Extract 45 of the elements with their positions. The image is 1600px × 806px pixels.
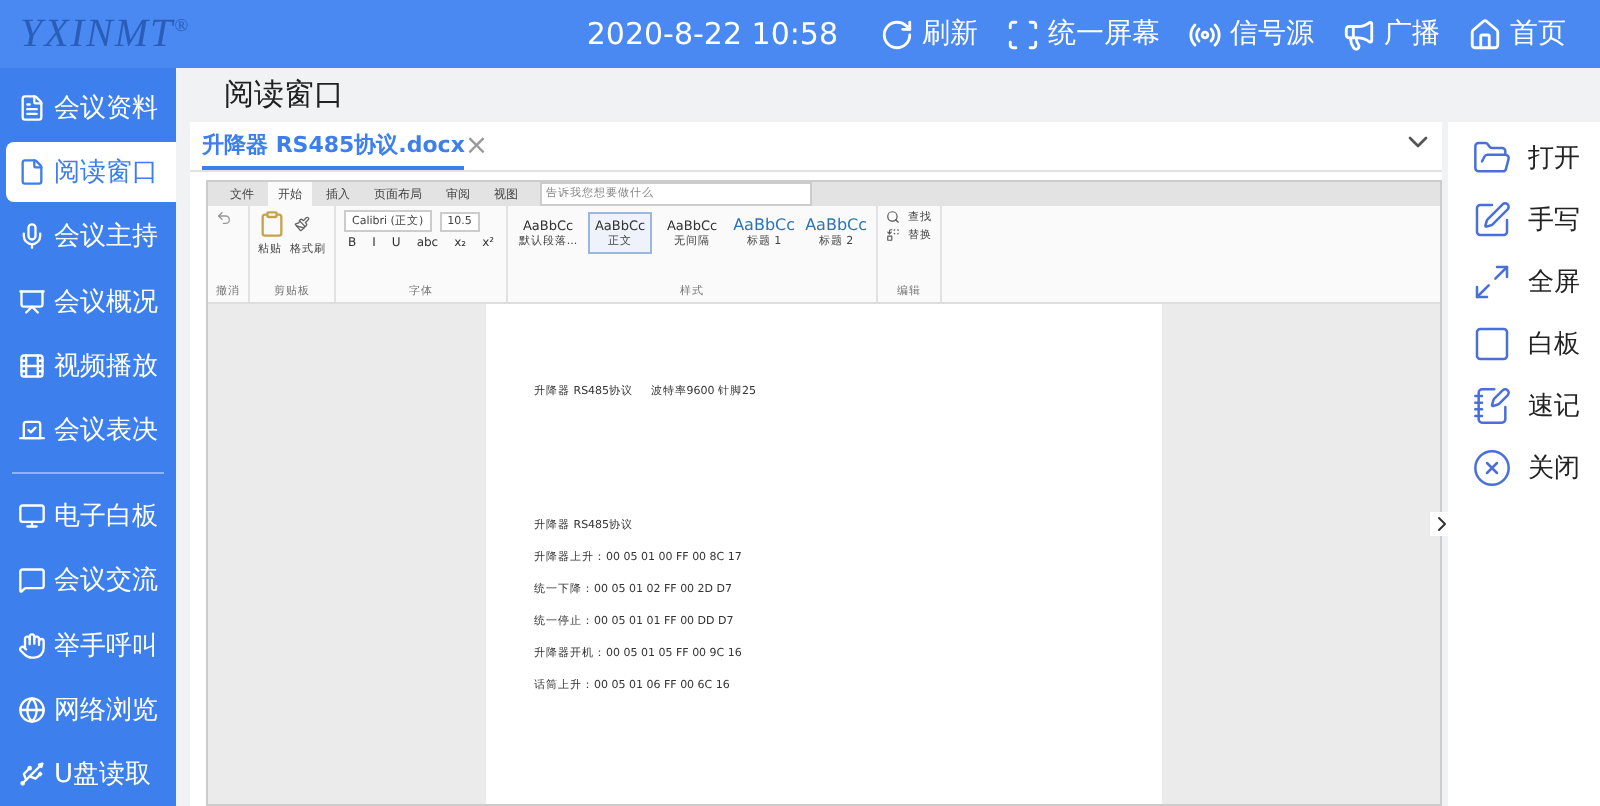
write-button[interactable]: 手写 [1448,188,1600,250]
doc-icon [18,158,46,187]
sidebar-item[interactable]: 会议交流 [6,550,176,611]
sidebar-item[interactable]: 电子白板 [6,486,176,547]
sidebar-item[interactable]: 举手呼叫 [6,614,176,676]
date-time: 2020-8-22 10:58 [586,16,838,52]
sidebar-item[interactable]: 会议主持 [6,206,176,268]
sidebar-item[interactable]: 视频播放 [6,335,176,396]
refresh-icon [880,17,914,51]
fullscreen-icon [1472,261,1512,301]
screen-icon [1006,17,1040,51]
clipboard-icon[interactable] [258,210,286,238]
sidebar-item[interactable]: 会议资料 [6,78,176,139]
sidebar-item[interactable]: U盘读取 [6,743,176,804]
globe-icon [18,695,46,724]
file-icon [18,94,46,123]
hand-icon [18,631,46,660]
chat-icon [18,566,46,595]
sidebar-item[interactable]: 网络浏览 [6,679,176,740]
undo-icon[interactable] [216,210,232,226]
mic-icon [18,222,46,251]
sidebar-item[interactable]: 会议表决 [6,399,176,461]
open-button[interactable]: 打开 [1448,126,1600,188]
board-button[interactable]: 白板 [1448,312,1600,374]
chevron-right-icon[interactable] [1430,512,1454,536]
close-button[interactable]: 关闭 [1448,436,1600,498]
broadcast-icon [1342,17,1376,51]
close-icon [1472,447,1512,487]
write-icon [1472,199,1512,239]
vote-icon [18,416,46,445]
open-icon [1472,137,1512,177]
notes-icon [1472,385,1512,425]
sidebar-item[interactable]: 阅读窗口 [6,142,176,203]
brush-icon[interactable] [294,216,310,232]
document-tab[interactable]: 升降器 RS485协议.docx [202,122,465,170]
usb-icon [18,759,46,788]
page-title: 阅读窗口 [222,74,346,116]
sidebar-item[interactable]: 会议概况 [6,271,176,332]
video-icon [18,351,46,380]
logo: YXINMT$^{®}$ [20,11,190,57]
notes-button[interactable]: 速记 [1448,374,1600,436]
home-icon [1468,17,1502,51]
fullscreen-button[interactable]: 全屏 [1448,250,1600,312]
search-icon [886,210,901,224]
overview-icon [18,287,46,316]
